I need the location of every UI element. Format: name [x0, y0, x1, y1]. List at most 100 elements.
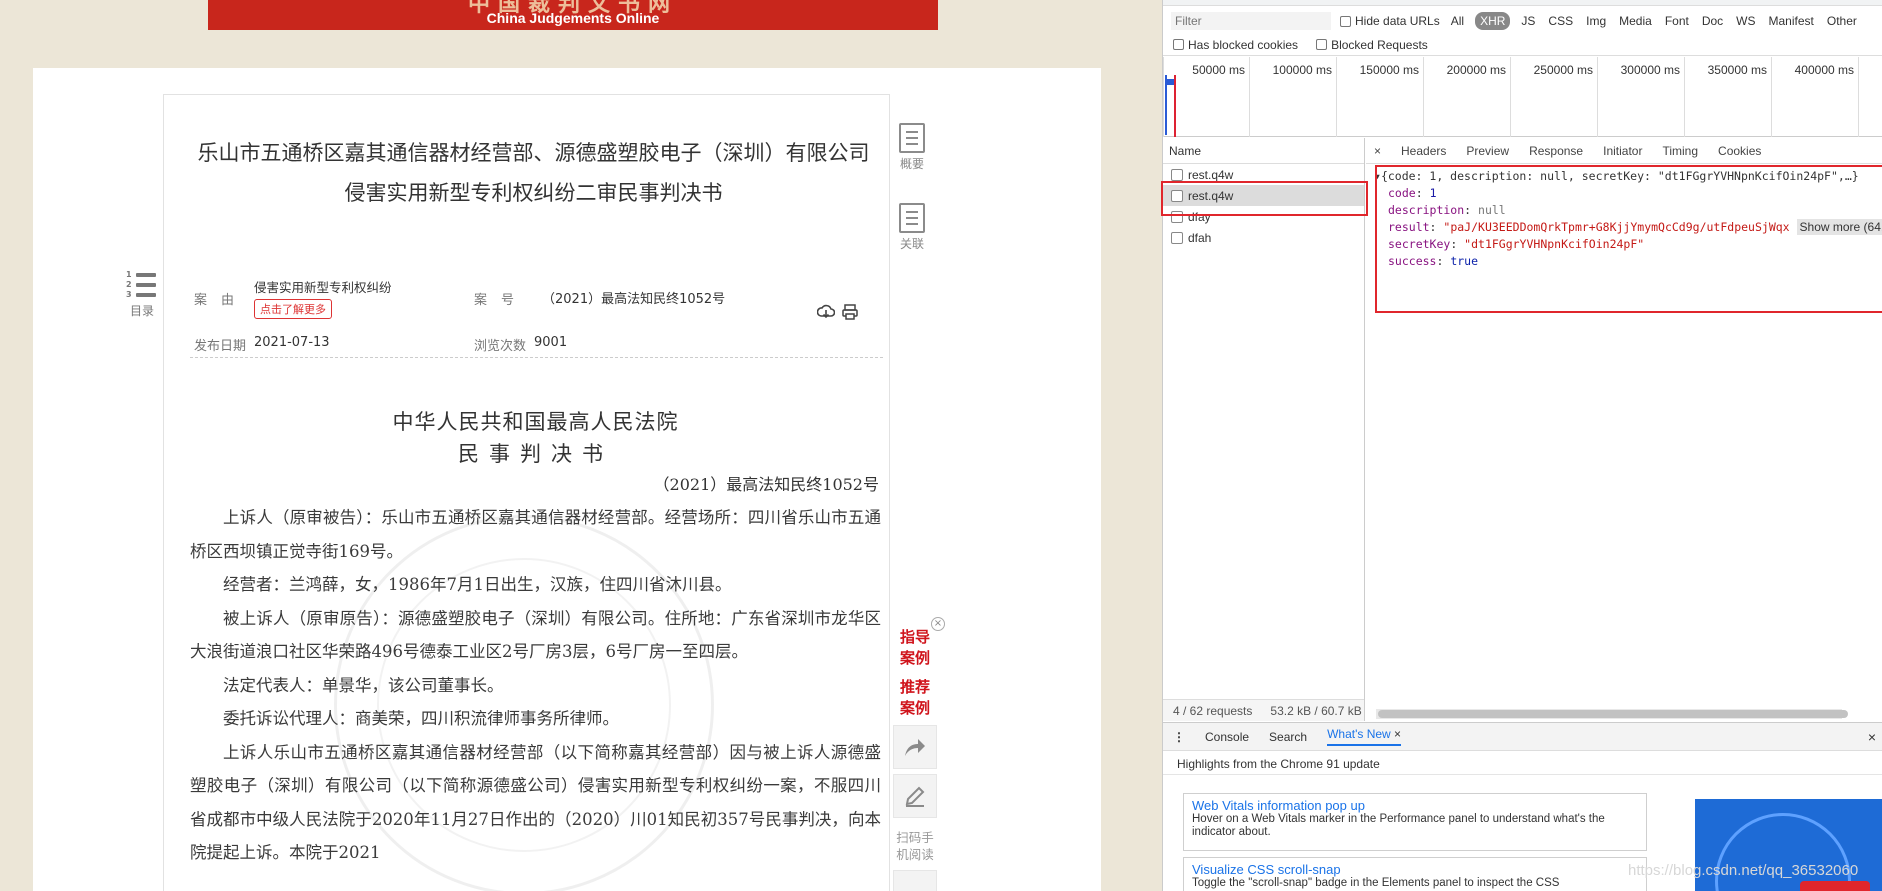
timeline-tick: 150000 ms	[1336, 57, 1423, 137]
checkbox-box	[1340, 15, 1351, 27]
cause-value: 侵害实用新型专利权纠纷	[254, 280, 392, 295]
has-blocked-cookies-label: Has blocked cookies	[1188, 37, 1299, 52]
drawer-tabs: ⋮ Console Search What's New × ×	[1163, 723, 1882, 751]
detail-tabs: × Headers Preview Response Initiator Tim…	[1366, 138, 1882, 164]
share-button[interactable]	[893, 725, 937, 769]
menu-button[interactable]	[893, 870, 937, 891]
request-row[interactable]: dfah	[1163, 227, 1364, 248]
toc-label: 目录	[129, 304, 154, 318]
filter-input[interactable]	[1171, 12, 1331, 30]
view-count-label: 浏览次数	[474, 339, 527, 354]
timeline-tick: 200000 ms	[1423, 57, 1510, 137]
learn-more-button[interactable]: 点击了解更多	[254, 299, 332, 319]
network-overview-timeline[interactable]: 50000 ms 100000 ms 150000 ms 200000 ms 2…	[1163, 57, 1882, 137]
type-filter-css[interactable]: CSS	[1546, 12, 1575, 30]
site-subtitle: China Judgements Online	[486, 10, 660, 26]
blocked-requests-checkbox[interactable]: Blocked Requests	[1316, 38, 1428, 52]
tab-timing[interactable]: Timing	[1662, 144, 1698, 158]
scan-qr-label[interactable]: 扫码手机阅读	[893, 829, 937, 863]
close-icon[interactable]: ×	[1374, 144, 1381, 158]
paragraph: 被上诉人（原审原告）：源德盛塑胶电子（深圳）有限公司。住所地：广东省深圳市龙华区…	[190, 608, 881, 662]
publish-date-value: 2021-07-13	[254, 335, 330, 350]
list-icon: 1 2 3	[122, 270, 162, 302]
related-button[interactable]: 关联	[894, 203, 930, 252]
request-list: Name rest.q4w rest.q4w dfay dfah 4 / 62 …	[1163, 138, 1365, 721]
type-filter-img[interactable]: Img	[1584, 12, 1608, 30]
more-icon[interactable]: ⋮	[1173, 730, 1185, 744]
tab-preview[interactable]: Preview	[1466, 144, 1509, 158]
tab-console[interactable]: Console	[1205, 730, 1249, 744]
close-drawer-icon[interactable]: ×	[1868, 729, 1876, 745]
paragraph: 经营者：兰鸿薛，女，1986年7月1日出生，汉族，住四川省沐川县。	[223, 575, 732, 594]
case-number-value: （2021）最高法知民终1052号	[542, 292, 726, 307]
timeline-tick: 400000 ms	[1771, 57, 1858, 137]
type-filter-font[interactable]: Font	[1663, 12, 1691, 30]
tab-response[interactable]: Response	[1529, 144, 1583, 158]
timeline-tick	[1858, 57, 1882, 137]
type-filter-manifest[interactable]: Manifest	[1767, 12, 1816, 30]
document-icon	[899, 203, 925, 233]
recommended-cases-link[interactable]: 推荐案例	[895, 677, 935, 719]
paragraph: 上诉人乐山市五通桥区嘉其通信器材经营部（以下简称嘉其经营部）因与被上诉人源德盛塑…	[190, 742, 881, 863]
related-label: 关联	[899, 237, 924, 251]
timeline-tick: 350000 ms	[1684, 57, 1771, 137]
type-filter-media[interactable]: Media	[1617, 12, 1654, 30]
devtools-panel: Hide data URLs All XHR JS CSS Img Media …	[1162, 0, 1882, 891]
request-icon	[1171, 231, 1183, 244]
judgement-site: 中国裁判文书网 China Judgements Online 乐山市五通桥区嘉…	[0, 0, 1162, 891]
tab-headers[interactable]: Headers	[1401, 144, 1446, 158]
pencil-icon	[905, 786, 925, 807]
news-card[interactable]: Visualize CSS scroll-snap Toggle the "sc…	[1183, 857, 1647, 891]
hide-data-urls-checkbox[interactable]: Hide data URLs	[1340, 14, 1440, 28]
network-status-bar: 4 / 62 requests 53.2 kB / 60.7 kB	[1163, 699, 1364, 721]
site-banner[interactable]: 中国裁判文书网 China Judgements Online	[208, 0, 938, 30]
tab-initiator[interactable]: Initiator	[1603, 144, 1642, 158]
meta-divider	[190, 357, 883, 358]
download-icon[interactable]	[817, 303, 835, 321]
paragraph: 上诉人（原审被告）：乐山市五通桥区嘉其通信器材经营部。经营场所：四川省乐山市五通…	[190, 508, 881, 561]
toc-number: 3	[126, 290, 132, 299]
blocked-filter-bar: Has blocked cookies Blocked Requests	[1163, 34, 1882, 56]
devtools-toolbar	[1163, 0, 1882, 6]
share-icon	[905, 739, 925, 756]
type-filter-xhr[interactable]: XHR	[1475, 12, 1511, 30]
toc-number: 2	[126, 280, 132, 289]
news-description: Hover on a Web Vitals marker in the Perf…	[1192, 813, 1605, 838]
network-filter-bar: Hide data URLs All XHR JS CSS Img Media …	[1163, 8, 1882, 34]
type-filter-ws[interactable]: WS	[1734, 12, 1757, 30]
case-number-line: （2021）最高法知民终1052号	[653, 475, 879, 494]
news-title[interactable]: Visualize CSS scroll-snap	[1192, 862, 1638, 877]
load-event-marker	[1174, 75, 1176, 137]
summary-button[interactable]: 概要	[894, 123, 930, 172]
document-title: 乐山市五通桥区嘉其通信器材经营部、源德盛塑胶电子（深圳）有限公司侵害实用新型专利…	[197, 141, 870, 205]
highlight-box	[1161, 181, 1368, 216]
type-filter-doc[interactable]: Doc	[1700, 12, 1725, 30]
highlight-box	[1375, 165, 1882, 313]
news-title[interactable]: Web Vitals information pop up	[1192, 798, 1638, 813]
tab-whats-new[interactable]: What's New ×	[1327, 727, 1402, 746]
edit-button[interactable]	[893, 774, 937, 818]
summary-label: 概要	[899, 157, 924, 171]
checkbox-box	[1173, 39, 1184, 50]
guide-cases-link[interactable]: 指导案例	[895, 627, 935, 669]
news-description: Toggle the "scroll-snap" badge in the El…	[1192, 877, 1560, 889]
horizontal-scrollbar[interactable]	[1376, 709, 1848, 719]
has-blocked-cookies-checkbox[interactable]: Has blocked cookies	[1173, 38, 1298, 52]
toc-button[interactable]: 1 2 3 目录	[122, 270, 162, 319]
tab-search[interactable]: Search	[1269, 730, 1307, 744]
type-filter-other[interactable]: Other	[1825, 12, 1859, 30]
name-column-header[interactable]: Name	[1163, 138, 1364, 164]
timeline-tick: 250000 ms	[1510, 57, 1597, 137]
type-filter-js[interactable]: JS	[1519, 12, 1537, 30]
case-number-label: 案号	[474, 293, 529, 308]
news-card[interactable]: Web Vitals information pop up Hover on a…	[1183, 793, 1647, 851]
print-icon[interactable]	[841, 303, 859, 321]
close-tab-icon[interactable]: ×	[1394, 727, 1401, 741]
timeline-tick: 300000 ms	[1597, 57, 1684, 137]
cause-label: 案由	[194, 293, 249, 308]
close-icon[interactable]: ×	[931, 617, 945, 631]
type-filter-all[interactable]: All	[1449, 12, 1466, 30]
whats-new-heading: Highlights from the Chrome 91 update	[1163, 751, 1882, 775]
hide-data-urls-label: Hide data URLs	[1355, 14, 1440, 28]
tab-cookies[interactable]: Cookies	[1718, 144, 1761, 158]
